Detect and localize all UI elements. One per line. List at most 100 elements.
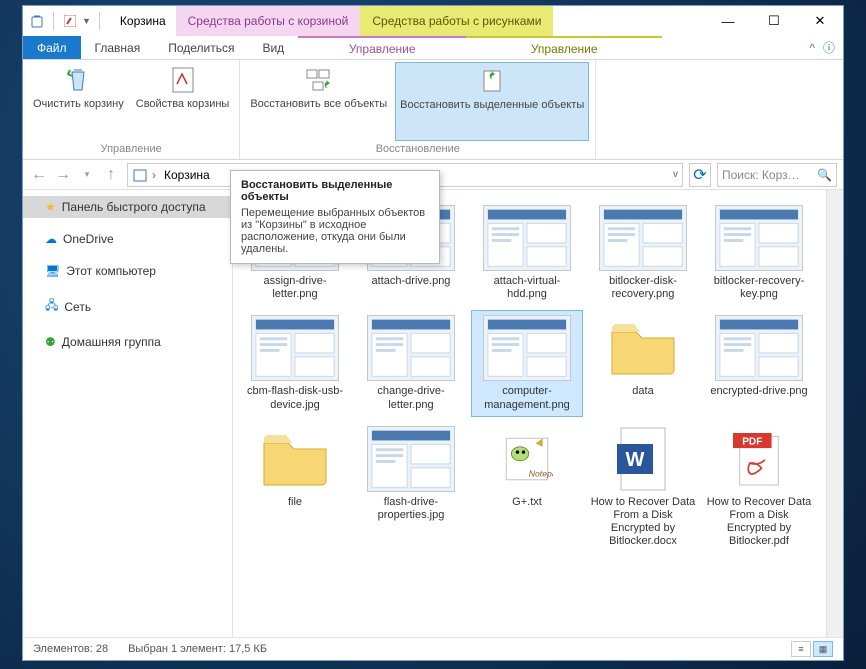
- details-view-button[interactable]: ≡: [791, 641, 811, 657]
- restore-all-button[interactable]: Восстановить все объекты: [246, 62, 391, 141]
- search-input[interactable]: Поиск: Корз… 🔍: [717, 163, 837, 187]
- file-thumbnail: [251, 315, 339, 381]
- sidebar-item-homegroup[interactable]: ⚉ Домашняя группа: [23, 331, 232, 353]
- ribbon-collapse-icon[interactable]: ^: [809, 41, 815, 55]
- properties-icon[interactable]: [62, 13, 78, 29]
- file-item[interactable]: encrypted-drive.png: [703, 310, 815, 416]
- help-icon[interactable]: ⓘ: [823, 39, 835, 56]
- file-thumbnail: [715, 205, 803, 271]
- chevron-right-icon[interactable]: ›: [152, 168, 156, 182]
- empty-recycle-button[interactable]: Очистить корзину: [29, 62, 128, 141]
- tooltip: Восстановить выделенные объекты Перемеще…: [230, 170, 440, 264]
- minimize-button[interactable]: —: [705, 6, 751, 36]
- tab-share[interactable]: Поделиться: [154, 36, 248, 59]
- file-item[interactable]: W How to Recover Data From a Disk Encrypt…: [587, 421, 699, 554]
- sidebar-item-onedrive[interactable]: ☁ OneDrive: [23, 228, 232, 250]
- file-item[interactable]: change-drive-letter.png: [355, 310, 467, 416]
- restore-selected-icon: [476, 65, 508, 97]
- sidebar-item-label: OneDrive: [63, 232, 114, 246]
- sidebar-item-quick-access[interactable]: ★ Панель быстрого доступа: [23, 196, 232, 218]
- file-thumbnail: [483, 205, 571, 271]
- contextual-tab-recycle[interactable]: Средства работы с корзиной: [176, 6, 361, 36]
- file-name: change-drive-letter.png: [358, 385, 464, 411]
- sidebar-item-label: Этот компьютер: [66, 264, 156, 278]
- contextual-tab-pictures[interactable]: Средства работы с рисунками: [360, 6, 553, 36]
- search-placeholder: Поиск: Корз…: [722, 168, 800, 182]
- recycle-bin-icon: [29, 13, 45, 29]
- sidebar-item-label: Сеть: [64, 300, 91, 314]
- recycle-properties-icon: [167, 64, 199, 96]
- pc-icon: 🖥: [45, 264, 60, 278]
- file-name: attach-virtual-hdd.png: [474, 275, 580, 301]
- address-dropdown-icon[interactable]: v: [673, 169, 678, 180]
- tab-manage-pictures[interactable]: Управление: [466, 36, 662, 59]
- qat-dropdown-icon[interactable]: ▼: [82, 16, 91, 26]
- status-item-count: Элементов: 28: [33, 643, 108, 655]
- close-button[interactable]: ✕: [797, 6, 843, 36]
- sidebar-item-label: Панель быстрого доступа: [62, 200, 206, 214]
- icons-view-button[interactable]: ▦: [813, 641, 833, 657]
- file-name: How to Recover Data From a Disk Encrypte…: [590, 496, 696, 549]
- file-name: How to Recover Data From a Disk Encrypte…: [706, 496, 812, 549]
- file-item[interactable]: bitlocker-recovery-key.png: [703, 200, 815, 306]
- file-name: flash-drive-properties.jpg: [358, 496, 464, 522]
- forward-button[interactable]: →: [53, 165, 73, 185]
- history-dropdown[interactable]: ▾: [77, 165, 97, 185]
- tab-view[interactable]: Вид: [248, 36, 298, 59]
- tab-manage-recycle[interactable]: Управление: [298, 36, 466, 59]
- file-name: attach-drive.png: [372, 275, 451, 288]
- maximize-button[interactable]: ☐: [751, 6, 797, 36]
- ribbon-tabs: Файл Главная Поделиться Вид Управление У…: [23, 36, 843, 60]
- tab-home[interactable]: Главная: [81, 36, 155, 59]
- contextual-tab-headers: Средства работы с корзиной Средства рабо…: [176, 6, 554, 36]
- tooltip-title: Восстановить выделенные объекты: [241, 179, 429, 203]
- restore-selected-label: Восстановить выделенные объекты: [400, 99, 584, 113]
- file-explorer-window: ▼ Корзина Средства работы с корзиной Сре…: [22, 5, 844, 661]
- file-name: encrypted-drive.png: [710, 385, 807, 398]
- file-thumbnail: W: [599, 426, 687, 492]
- file-item[interactable]: cbm-flash-disk-usb-device.jpg: [239, 310, 351, 416]
- svg-text:Notepad++: Notepad++: [529, 468, 553, 478]
- sidebar-item-this-pc[interactable]: 🖥 Этот компьютер: [23, 260, 232, 282]
- file-thumbnail: Notepad++: [483, 426, 571, 492]
- file-item[interactable]: bitlocker-disk-recovery.png: [587, 200, 699, 306]
- file-item[interactable]: attach-virtual-hdd.png: [471, 200, 583, 306]
- tooltip-body: Перемещение выбранных объектов из "Корзи…: [241, 207, 429, 255]
- sidebar-item-network[interactable]: 🖧 Сеть: [23, 292, 232, 321]
- search-icon: 🔍: [817, 168, 832, 182]
- recycle-properties-button[interactable]: Свойства корзины: [132, 62, 234, 141]
- file-name: file: [288, 496, 302, 509]
- file-name: G+.txt: [512, 496, 542, 509]
- file-item[interactable]: Notepad++ G+.txt: [471, 421, 583, 554]
- file-item[interactable]: flash-drive-properties.jpg: [355, 421, 467, 554]
- separator: [53, 12, 54, 30]
- ribbon: Очистить корзину Свойства корзины Управл…: [23, 60, 843, 160]
- up-button[interactable]: ↑: [101, 165, 121, 185]
- file-name: bitlocker-disk-recovery.png: [590, 275, 696, 301]
- ribbon-group-restore: Восстановить все объекты Восстановить вы…: [240, 60, 596, 159]
- svg-text:W: W: [626, 449, 645, 471]
- file-thumbnail: [599, 205, 687, 271]
- file-item[interactable]: file: [239, 421, 351, 554]
- status-selection: Выбран 1 элемент: 17,5 КБ: [128, 643, 267, 655]
- back-button[interactable]: ←: [29, 165, 49, 185]
- vertical-scrollbar[interactable]: [826, 190, 843, 637]
- file-name: cbm-flash-disk-usb-device.jpg: [242, 385, 348, 411]
- cloud-icon: ☁: [45, 232, 57, 246]
- file-name: assign-drive-letter.png: [242, 275, 348, 301]
- breadcrumb-root-icon[interactable]: [132, 167, 148, 183]
- file-item[interactable]: PDFHow to Recover Data From a Disk Encry…: [703, 421, 815, 554]
- file-name: bitlocker-recovery-key.png: [706, 275, 812, 301]
- file-item[interactable]: data: [587, 310, 699, 416]
- file-item[interactable]: computer-management.png: [471, 310, 583, 416]
- separator: [99, 12, 100, 30]
- refresh-button[interactable]: ⟳: [689, 163, 711, 187]
- tab-file[interactable]: Файл: [23, 36, 81, 59]
- restore-selected-button[interactable]: Восстановить выделенные объекты: [395, 62, 589, 141]
- file-name: computer-management.png: [474, 385, 580, 411]
- empty-recycle-label: Очистить корзину: [33, 98, 124, 112]
- file-name: data: [632, 385, 653, 398]
- breadcrumb-item[interactable]: Корзина: [160, 168, 214, 182]
- window-title: Корзина: [110, 14, 176, 28]
- ribbon-group-manage: Очистить корзину Свойства корзины Управл…: [23, 60, 240, 159]
